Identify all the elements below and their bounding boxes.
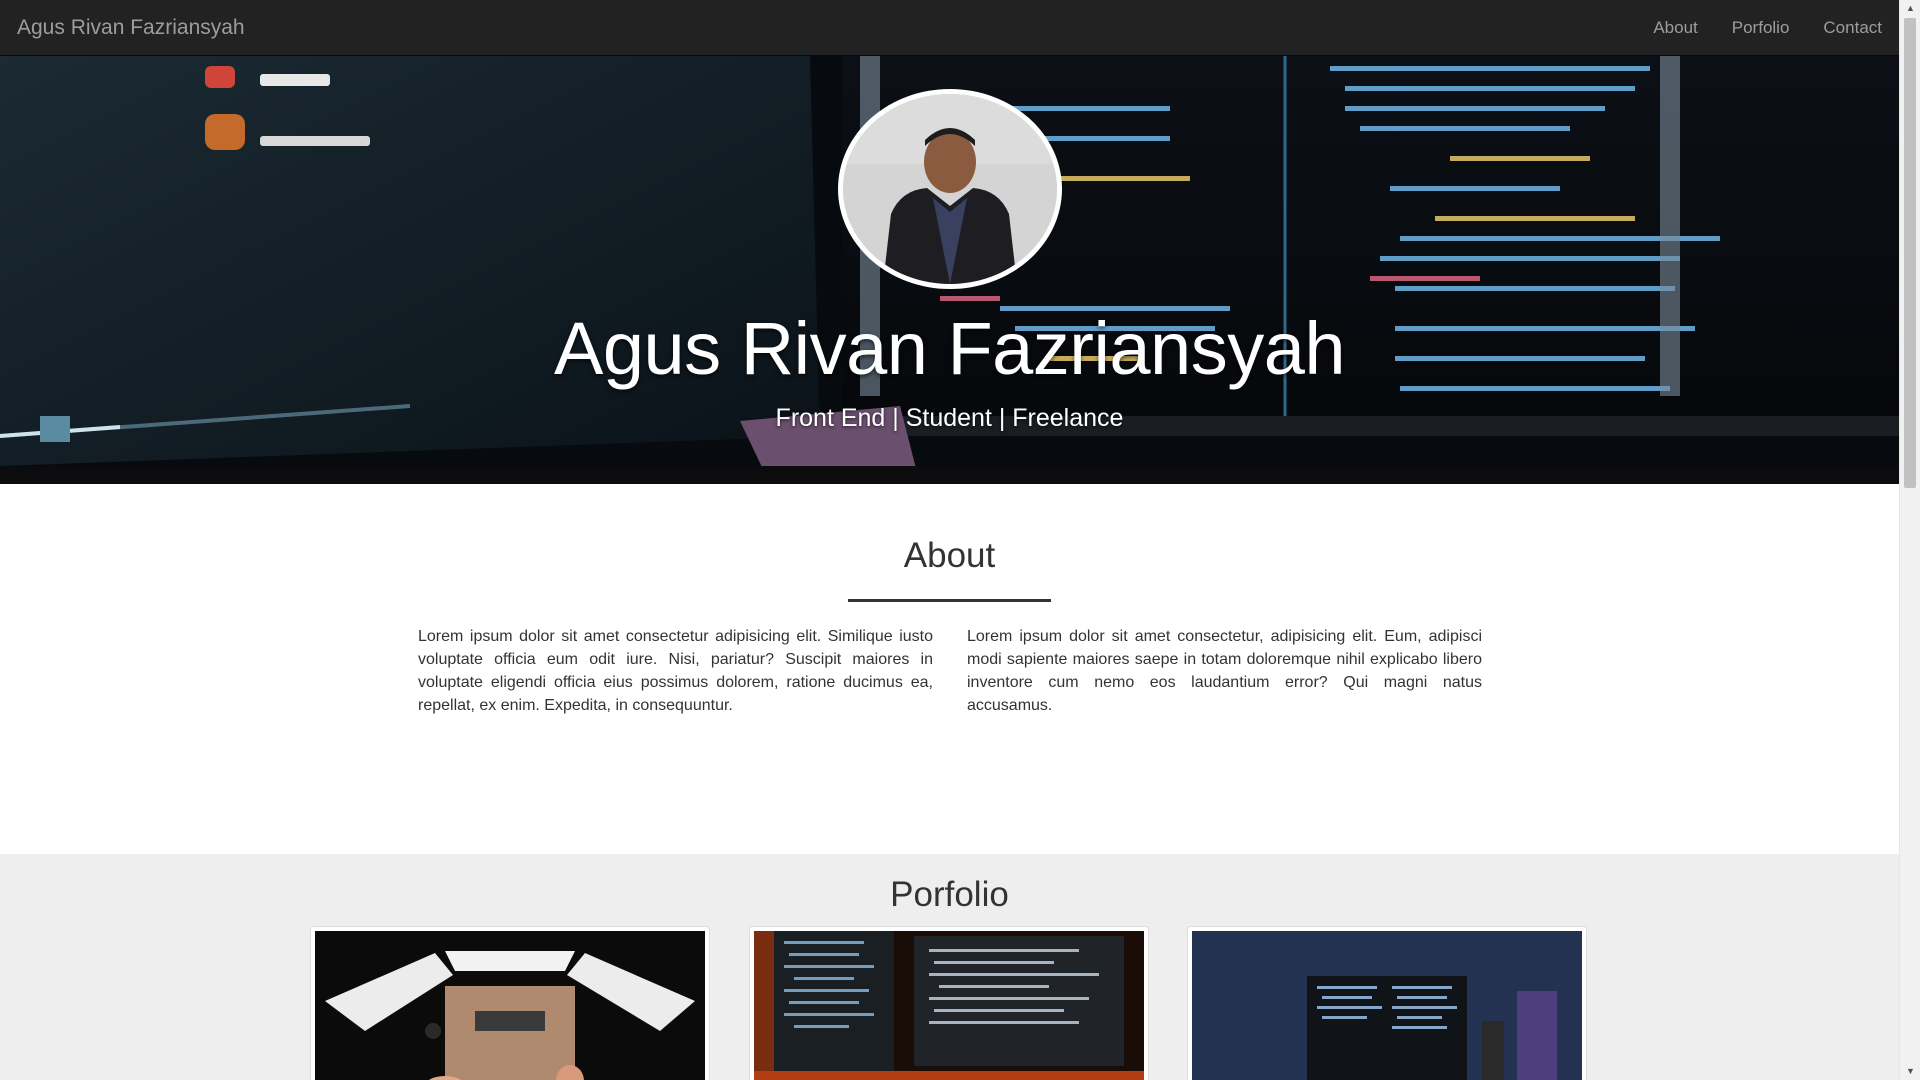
hero-tagline: Front End | Student | Freelance [775,404,1124,432]
about-paragraph-right: Lorem ipsum dolor sit amet consectetur, … [967,628,1482,714]
hero-name: Agus Rivan Fazriansyah [553,307,1346,390]
about-title: About [903,536,996,575]
about-section: About Lorem ipsum dolor sit amet consect… [0,484,1899,854]
about-paragraph-left: Lorem ipsum dolor sit amet consectetur a… [418,628,933,714]
person-avatar-icon [843,94,1057,284]
scroll-up-arrow-icon[interactable]: ▲ [1900,0,1920,17]
page-scrollbar[interactable]: ▲ ▼ [1899,0,1920,1080]
portfolio-image-1 [315,931,705,1080]
about-divider [848,599,1051,602]
portfolio-title: Porfolio [890,875,1009,914]
portfolio-section: Porfolio [0,854,1899,1080]
navbar: Agus Rivan Fazriansyah About Porfolio Co… [0,0,1899,56]
navbar-brand[interactable]: Agus Rivan Fazriansyah [17,16,245,40]
portfolio-image-2 [754,931,1144,1080]
nav-link-about[interactable]: About [1653,18,1697,37]
portfolio-thumbnail-2[interactable] [749,926,1149,1080]
portfolio-image-3 [1192,931,1582,1080]
scrollbar-thumb[interactable] [1904,18,1916,488]
nav-links: About Porfolio Contact [1619,18,1882,38]
portfolio-thumbnail-3[interactable] [1187,926,1587,1080]
nav-link-portfolio[interactable]: Porfolio [1732,18,1790,37]
profile-photo [838,89,1062,289]
scroll-down-arrow-icon[interactable]: ▼ [1900,1063,1920,1080]
nav-link-contact[interactable]: Contact [1823,18,1882,37]
portfolio-thumbnail-1[interactable] [310,926,710,1080]
hero-section: Agus Rivan Fazriansyah Front End | Stude… [0,56,1899,484]
